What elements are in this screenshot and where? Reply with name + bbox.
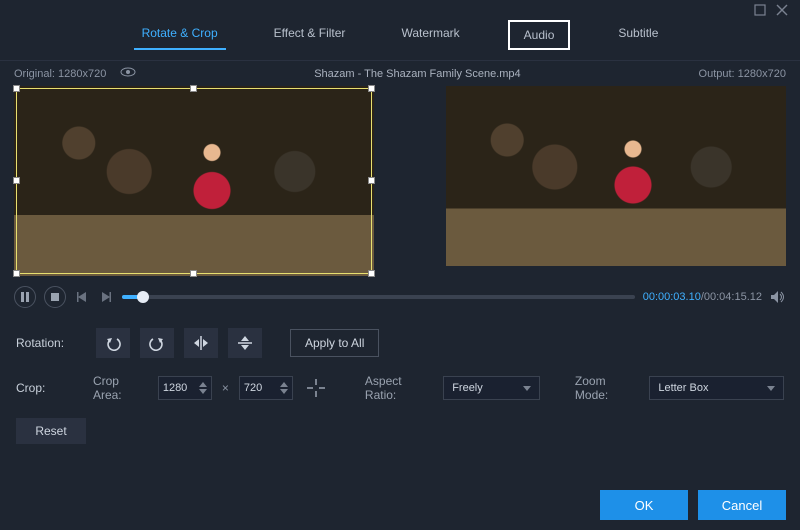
tab-audio[interactable]: Audio — [508, 20, 571, 50]
apply-to-all-button[interactable]: Apply to All — [290, 329, 379, 357]
tab-effect-filter[interactable]: Effect & Filter — [266, 24, 354, 50]
chevron-down-icon — [767, 382, 775, 394]
crop-width-input[interactable]: 1280 — [158, 376, 212, 400]
ok-button[interactable]: OK — [600, 490, 688, 520]
crop-height-value: 720 — [244, 382, 262, 394]
timeline-thumb[interactable] — [137, 291, 149, 303]
height-stepper[interactable] — [280, 382, 288, 395]
original-preview[interactable] — [14, 86, 374, 276]
original-dimensions: Original: 1280x720 — [14, 68, 106, 80]
output-preview — [446, 86, 786, 266]
crop-label: Crop: — [16, 381, 83, 395]
aspect-ratio-value: Freely — [452, 382, 483, 394]
eye-icon[interactable] — [120, 67, 136, 80]
volume-icon[interactable] — [770, 289, 786, 305]
tab-bar: Rotate & Crop Effect & Filter Watermark … — [0, 20, 800, 61]
reset-button[interactable]: Reset — [16, 418, 86, 444]
center-crop-button[interactable] — [303, 374, 330, 402]
pause-button[interactable] — [14, 286, 36, 308]
zoom-mode-label: Zoom Mode: — [575, 374, 639, 402]
current-time: 00:00:03.10 — [643, 291, 701, 303]
close-icon[interactable] — [776, 4, 788, 16]
prev-frame-button[interactable] — [74, 289, 90, 305]
tab-subtitle[interactable]: Subtitle — [610, 24, 666, 50]
timeline-slider[interactable] — [122, 295, 635, 299]
tab-watermark[interactable]: Watermark — [393, 24, 467, 50]
rotate-right-button[interactable] — [140, 328, 174, 358]
zoom-mode-dropdown[interactable]: Letter Box — [649, 376, 784, 400]
maximize-icon[interactable] — [754, 4, 766, 16]
aspect-ratio-label: Aspect Ratio: — [365, 374, 433, 402]
time-display: 00:00:03.10/00:04:15.12 — [643, 291, 762, 303]
crop-width-value: 1280 — [163, 382, 187, 394]
video-frame — [14, 86, 374, 276]
dimension-separator: × — [222, 381, 229, 395]
crop-height-input[interactable]: 720 — [239, 376, 293, 400]
cancel-button[interactable]: Cancel — [698, 490, 786, 520]
output-dimensions: Output: 1280x720 — [699, 68, 786, 80]
flip-horizontal-button[interactable] — [184, 328, 218, 358]
rotation-label: Rotation: — [16, 336, 86, 350]
crop-area-label: Crop Area: — [93, 374, 148, 402]
rotate-left-button[interactable] — [96, 328, 130, 358]
flip-vertical-button[interactable] — [228, 328, 262, 358]
tab-rotate-crop[interactable]: Rotate & Crop — [134, 24, 226, 50]
aspect-ratio-dropdown[interactable]: Freely — [443, 376, 539, 400]
chevron-down-icon — [523, 382, 531, 394]
stop-button[interactable] — [44, 286, 66, 308]
video-frame — [446, 86, 786, 266]
total-time: /00:04:15.12 — [701, 291, 762, 303]
zoom-mode-value: Letter Box — [658, 382, 708, 394]
width-stepper[interactable] — [199, 382, 207, 395]
next-frame-button[interactable] — [98, 289, 114, 305]
filename-label: Shazam - The Shazam Family Scene.mp4 — [136, 68, 698, 80]
